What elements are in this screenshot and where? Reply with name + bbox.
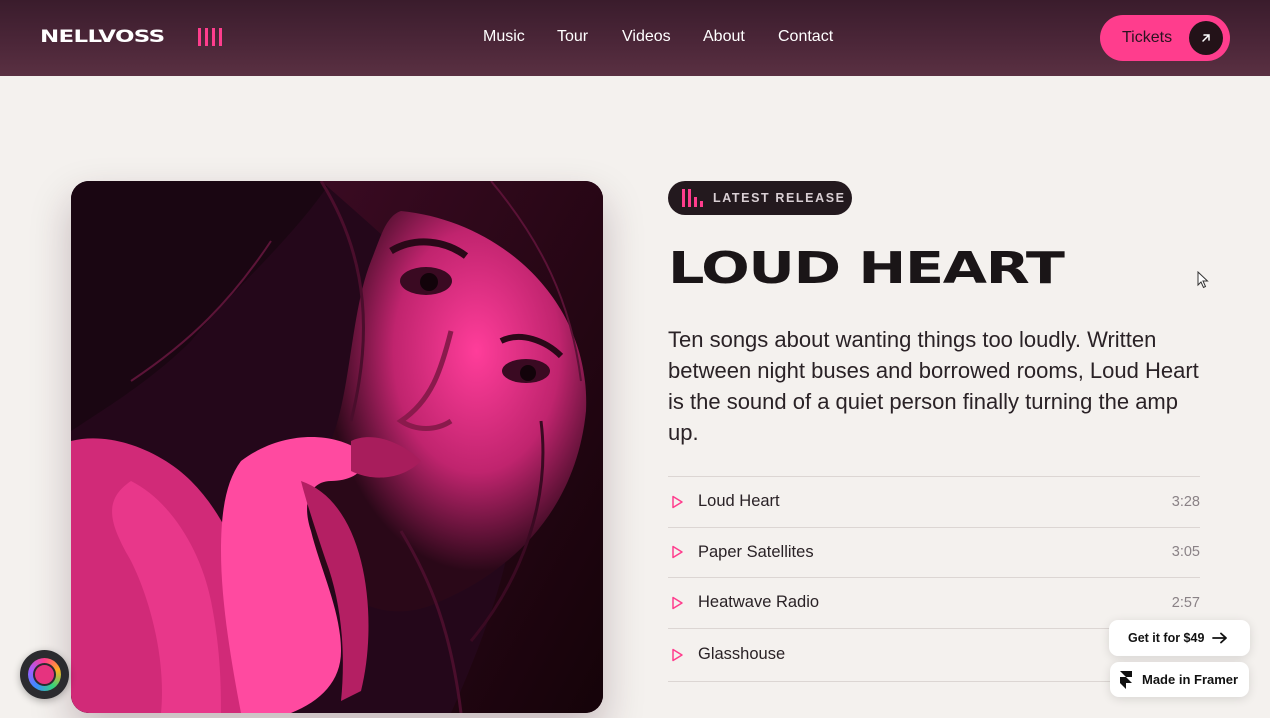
track-title: Paper Satellites bbox=[698, 542, 814, 561]
orb-core bbox=[33, 663, 56, 686]
buy-template-label: Get it for $49 bbox=[1128, 631, 1205, 645]
track-duration: 2:57 bbox=[1171, 594, 1200, 611]
main-nav: Music Tour Videos About Contact bbox=[483, 28, 833, 46]
nav-link-contact[interactable]: Contact bbox=[778, 28, 833, 46]
portrait-image bbox=[71, 181, 603, 713]
play-icon[interactable] bbox=[670, 596, 684, 610]
made-in-framer-label: Made in Framer bbox=[1142, 672, 1239, 687]
tickets-label: Tickets bbox=[1122, 29, 1173, 46]
nav-link-tour[interactable]: Tour bbox=[557, 28, 590, 46]
nav-link-music[interactable]: Music bbox=[483, 28, 525, 46]
site-logo[interactable]: NELLVOSS bbox=[40, 27, 222, 47]
play-icon[interactable] bbox=[670, 545, 684, 559]
track-title: Glasshouse bbox=[698, 645, 786, 663]
badge-label: LATEST RELEASE bbox=[713, 191, 846, 205]
tickets-button[interactable]: Tickets bbox=[1100, 15, 1230, 61]
track-row[interactable]: Paper Satellites 3:05 bbox=[668, 526, 1200, 578]
track-title: Heatwave Radio bbox=[698, 593, 820, 612]
site-header: NELLVOSS Music Tour Videos About Contact… bbox=[0, 0, 1270, 76]
arrow-right-icon bbox=[1212, 632, 1228, 644]
nav-link-videos[interactable]: Videos bbox=[622, 28, 672, 46]
album-cover-photo bbox=[71, 181, 603, 713]
track-row[interactable]: Loud Heart 3:28 bbox=[668, 476, 1200, 527]
album-title: LOUD HEART bbox=[668, 243, 1065, 294]
track-duration: 3:28 bbox=[1171, 493, 1200, 510]
track-title: Loud Heart bbox=[698, 492, 780, 511]
buy-template-button[interactable]: Get it for $49 bbox=[1109, 620, 1250, 656]
assistant-orb-button[interactable] bbox=[20, 650, 69, 699]
orb-ring-icon bbox=[28, 658, 61, 691]
play-icon[interactable] bbox=[670, 495, 684, 509]
track-duration: 3:05 bbox=[1171, 544, 1200, 561]
arrow-up-right-icon bbox=[1189, 21, 1223, 55]
equalizer-icon bbox=[682, 189, 703, 207]
mouse-cursor-icon bbox=[1197, 271, 1209, 289]
nav-link-about[interactable]: About bbox=[703, 28, 747, 46]
latest-release-badge: LATEST RELEASE bbox=[668, 181, 852, 215]
framer-logo-icon bbox=[1120, 671, 1132, 689]
logo-wordmark: NELLVOSS bbox=[40, 27, 165, 47]
album-description: Ten songs about wanting things too loudl… bbox=[668, 327, 1199, 445]
made-in-framer-badge[interactable]: Made in Framer bbox=[1110, 662, 1249, 697]
play-icon[interactable] bbox=[670, 648, 684, 662]
